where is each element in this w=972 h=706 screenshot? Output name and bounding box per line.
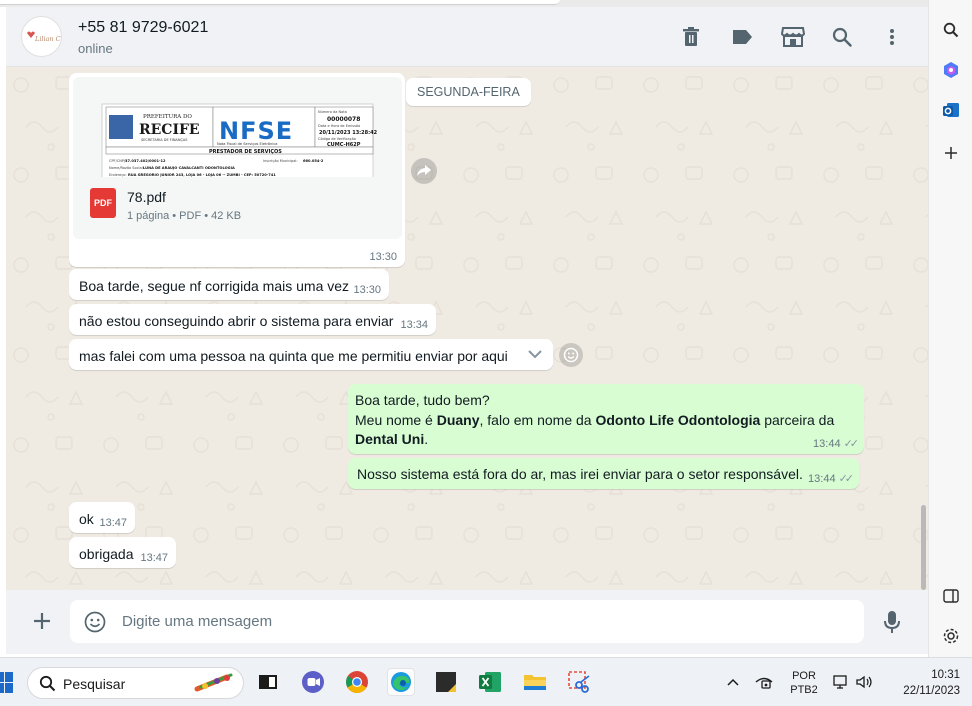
message-text: não estou conseguindo abrir o sistema pa… (79, 313, 394, 329)
react-emoji-icon[interactable] (559, 343, 583, 367)
network-icon[interactable] (753, 668, 775, 696)
document-preview[interactable]: PREFEITURA DO RECIFE SECRETARIA DE FINAN… (73, 77, 402, 177)
message-text: ok (79, 511, 94, 527)
store-icon[interactable] (780, 25, 806, 49)
nfse-logo: NFSE (219, 117, 293, 145)
browser-side-rail (928, 0, 972, 657)
contact-name[interactable]: +55 81 9729-6021 (78, 19, 208, 37)
chevron-up-icon[interactable] (722, 668, 744, 696)
message-text: Boa tarde, tudo bem? Meu nome é Duany, f… (355, 392, 835, 447)
document-meta: 1 página • PDF • 42 KB (127, 210, 242, 222)
copilot-icon[interactable] (941, 60, 961, 80)
sticky-notes-icon[interactable] (432, 668, 460, 696)
windows-taskbar: Pesquisar POR PTB2 10:31 22/11/2023 (0, 657, 972, 706)
nfse-name: LUNA DE ARAUJO CAVALCANTI ODONTOLOGIA (143, 166, 235, 170)
message-placeholder: Digite uma mensagem (122, 613, 273, 630)
message-time: 13:44 ✓✓ (808, 473, 855, 485)
nfse-im-label: Inscrição Municipal: (263, 159, 298, 163)
day-separator: SEGUNDA-FEIRA (406, 78, 531, 106)
microphone-icon[interactable] (882, 610, 902, 639)
search-icon[interactable] (830, 25, 854, 49)
nfse-subtitle: Nota Fiscal de Serviços Eletrônica (217, 142, 278, 146)
search-icon (39, 675, 56, 697)
nfse-name-label: Nome/Razão Social: (109, 166, 144, 170)
sidebar-icon[interactable] (941, 586, 961, 606)
message-incoming[interactable]: mas falei com uma pessoa na quinta que m… (69, 339, 553, 370)
attach-plus-icon[interactable] (31, 610, 53, 632)
message-text: Nosso sistema está fora do ar, mas irei … (357, 466, 803, 482)
excel-icon[interactable] (476, 668, 504, 696)
document-message[interactable]: PREFEITURA DO RECIFE SECRETARIA DE FINAN… (69, 73, 405, 267)
taskbar-search[interactable]: Pesquisar (27, 667, 244, 699)
message-text: Boa tarde, segue nf corrigida mais uma v… (79, 278, 350, 294)
nfse-secretaria: SECRETARIA DE FINANÇAS (141, 138, 188, 142)
edge-icon[interactable] (387, 668, 415, 696)
message-incoming[interactable]: obrigada 13:47 (69, 537, 176, 568)
chevron-down-icon[interactable] (527, 347, 543, 363)
avatar-logo-icon: Lilian Cunha (26, 31, 61, 43)
menu-icon[interactable] (880, 25, 904, 49)
search-icon[interactable] (941, 20, 961, 40)
message-input[interactable]: Digite uma mensagem (70, 600, 864, 643)
document-file-row[interactable]: PDF 78.pdf 1 página • PDF • 42 KB (73, 177, 402, 239)
message-outgoing[interactable]: Nosso sistema está fora do ar, mas irei … (348, 458, 859, 489)
chat-header: Lilian Cunha +55 81 9729-6021 online (6, 7, 928, 67)
trash-icon[interactable] (679, 25, 703, 49)
svg-text:Lilian Cunha: Lilian Cunha (34, 35, 61, 43)
taskbar-search-placeholder: Pesquisar (63, 676, 126, 692)
chrome-icon[interactable] (343, 668, 371, 696)
display-icon[interactable] (831, 668, 851, 696)
settings-icon[interactable] (941, 626, 961, 646)
nfse-cpf: 37.037.402/0001-12 (125, 159, 166, 163)
nfse-prefeitura-label: PREFEITURA DO (143, 114, 192, 120)
nfse-section: PRESTADOR DE SERVIÇOS (209, 149, 282, 155)
nfse-date: 20/11/2023 13:28:42 (319, 130, 378, 136)
message-time: 13:47 (99, 517, 127, 529)
volume-icon[interactable] (853, 668, 875, 696)
nfse-im: 660.054-2 (303, 159, 324, 163)
language-indicator[interactable]: POR PTB2 (786, 669, 822, 697)
message-time: 13:47 (140, 552, 168, 564)
message-incoming[interactable]: ok 13:47 (69, 502, 135, 533)
message-time: 13:44 ✓✓ (813, 438, 860, 450)
message-incoming[interactable]: Boa tarde, segue nf corrigida mais uma v… (69, 269, 389, 300)
read-ticks-icon: ✓✓ (843, 438, 860, 450)
message-outgoing[interactable]: Boa tarde, tudo bem? Meu nome é Duany, f… (348, 384, 864, 454)
teams-icon[interactable] (299, 668, 327, 696)
composer: Digite uma mensagem (6, 590, 928, 654)
message-time: 13:30 (369, 251, 397, 263)
nfse-number: 00000078 (327, 116, 360, 123)
message-time: 13:34 (400, 319, 428, 331)
snipping-tool-icon[interactable] (565, 668, 593, 696)
message-time: 13:30 (353, 284, 381, 296)
taskbar-clock[interactable]: 10:31 22/11/2023 (886, 667, 960, 699)
pdf-icon: PDF (90, 188, 116, 218)
windows-start-icon[interactable] (0, 672, 14, 699)
file-explorer-icon[interactable] (521, 668, 549, 696)
chat-area[interactable]: SEGUNDA-FEIRA PREFEITURA DO RECIFE SECRE… (6, 67, 928, 590)
label-icon[interactable] (730, 25, 754, 49)
outlook-icon[interactable] (941, 100, 961, 120)
message-text: obrigada (79, 546, 134, 562)
nfse-number-label: Número da Nota (318, 110, 347, 114)
contact-status: online (78, 41, 113, 56)
message-incoming[interactable]: não estou conseguindo abrir o sistema pa… (69, 304, 436, 335)
chat-scrollbar[interactable] (921, 505, 926, 590)
forward-icon[interactable] (411, 158, 437, 184)
search-highlight-icon (193, 671, 241, 700)
message-text: mas falei com uma pessoa na quinta que m… (79, 348, 508, 364)
avatar[interactable]: Lilian Cunha (21, 16, 62, 57)
add-icon[interactable] (941, 143, 961, 163)
browser-top-edge (0, 0, 972, 7)
nfse-code-label: Código de Verificação (318, 137, 356, 141)
nfse-date-label: Data e Hora de Emissão (318, 124, 360, 128)
document-filename: 78.pdf (127, 189, 166, 205)
nfse-cpf-label: CPF/CNPJ: (109, 159, 126, 163)
widgets-icon[interactable] (254, 668, 282, 696)
emoji-icon[interactable] (84, 611, 106, 638)
read-ticks-icon: ✓✓ (838, 473, 855, 485)
nfse-city: RECIFE (139, 122, 200, 138)
